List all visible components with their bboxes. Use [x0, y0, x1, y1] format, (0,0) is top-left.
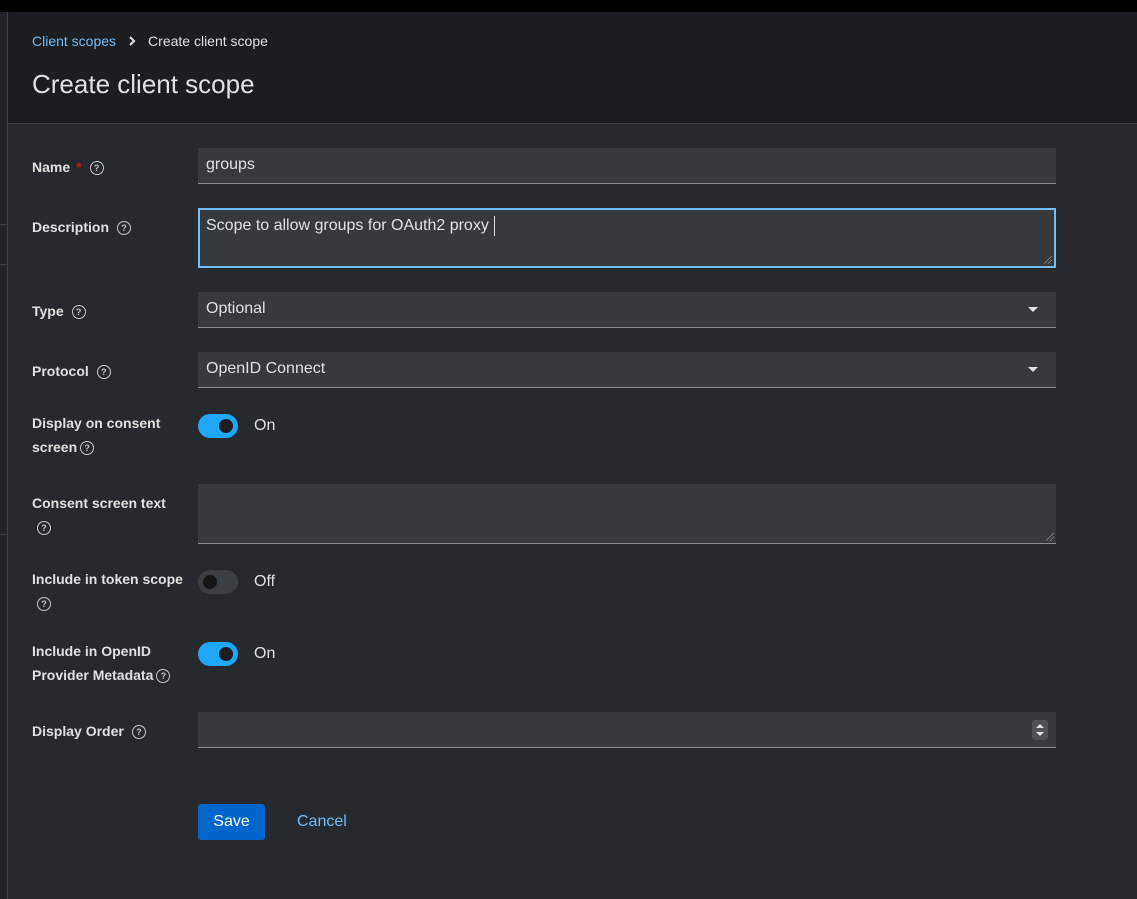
- sidebar-collapsed-edge: [0, 12, 8, 899]
- save-button[interactable]: Save: [198, 804, 265, 840]
- resize-grip-icon[interactable]: [1044, 256, 1052, 264]
- resize-grip-icon[interactable]: [1046, 533, 1054, 541]
- display-on-consent-label: Display on consent screen?: [32, 415, 161, 456]
- caret-down-icon: [1028, 367, 1038, 372]
- display-order-input[interactable]: [198, 712, 1056, 748]
- breadcrumb: Client scopes Create client scope: [32, 33, 268, 49]
- cancel-button[interactable]: Cancel: [289, 804, 355, 840]
- include-openid-metadata-state: On: [254, 645, 276, 662]
- protocol-label: Protocol?: [32, 359, 187, 383]
- page-header: Client scopes Create client scope Create…: [8, 12, 1137, 124]
- help-icon[interactable]: ?: [131, 725, 146, 740]
- type-select-value: Optional: [206, 300, 266, 317]
- breadcrumb-client-scopes-link[interactable]: Client scopes: [32, 33, 116, 49]
- name-input[interactable]: groups: [198, 148, 1056, 184]
- name-input-value: groups: [206, 156, 255, 173]
- create-client-scope-form: Name *? groups Description? Scope to allo…: [8, 124, 1137, 899]
- help-icon[interactable]: ?: [71, 305, 86, 320]
- display-on-consent-switch[interactable]: [198, 414, 238, 438]
- include-openid-metadata-switch[interactable]: [198, 642, 238, 666]
- name-label: Name *?: [32, 155, 187, 179]
- sidebar-divider: [0, 224, 7, 225]
- help-icon[interactable]: ?: [156, 669, 171, 684]
- help-icon[interactable]: ?: [37, 521, 51, 536]
- sidebar-divider: [0, 534, 7, 535]
- display-on-consent-state: On: [254, 417, 276, 434]
- number-stepper-icon[interactable]: [1032, 720, 1048, 740]
- switch-knob: [219, 419, 233, 433]
- consent-text-label: Consent screen text?: [32, 495, 166, 536]
- page-title: Create client scope: [32, 69, 255, 99]
- type-label: Type?: [32, 299, 187, 323]
- include-openid-metadata-label: Include in OpenID Provider Metadata?: [32, 639, 187, 687]
- required-marker: *: [76, 159, 82, 175]
- text-caret: [493, 216, 495, 236]
- help-icon[interactable]: ?: [89, 161, 104, 176]
- help-icon[interactable]: ?: [96, 365, 111, 380]
- help-icon[interactable]: ?: [117, 221, 132, 236]
- include-token-scope-state: Off: [254, 573, 276, 590]
- description-textarea[interactable]: Scope to allow groups for OAuth2 proxy: [198, 208, 1056, 268]
- chevron-right-icon: [128, 36, 136, 46]
- switch-knob: [219, 647, 233, 661]
- consent-text-textarea[interactable]: [198, 484, 1056, 544]
- top-bar: [0, 0, 1137, 12]
- include-token-scope-label: Include in token scope?: [32, 571, 183, 612]
- protocol-select[interactable]: OpenID Connect: [198, 352, 1056, 388]
- type-select[interactable]: Optional: [198, 292, 1056, 328]
- description-label: Description?: [32, 215, 187, 239]
- switch-knob: [203, 575, 217, 589]
- sidebar-divider: [0, 264, 7, 265]
- description-value: Scope to allow groups for OAuth2 proxy: [206, 217, 489, 235]
- display-order-label: Display Order?: [32, 719, 187, 743]
- caret-down-icon: [1028, 307, 1038, 312]
- help-icon[interactable]: ?: [80, 441, 95, 456]
- protocol-select-value: OpenID Connect: [206, 360, 326, 377]
- include-token-scope-switch[interactable]: [198, 570, 238, 594]
- help-icon[interactable]: ?: [37, 597, 51, 612]
- breadcrumb-current: Create client scope: [148, 33, 268, 49]
